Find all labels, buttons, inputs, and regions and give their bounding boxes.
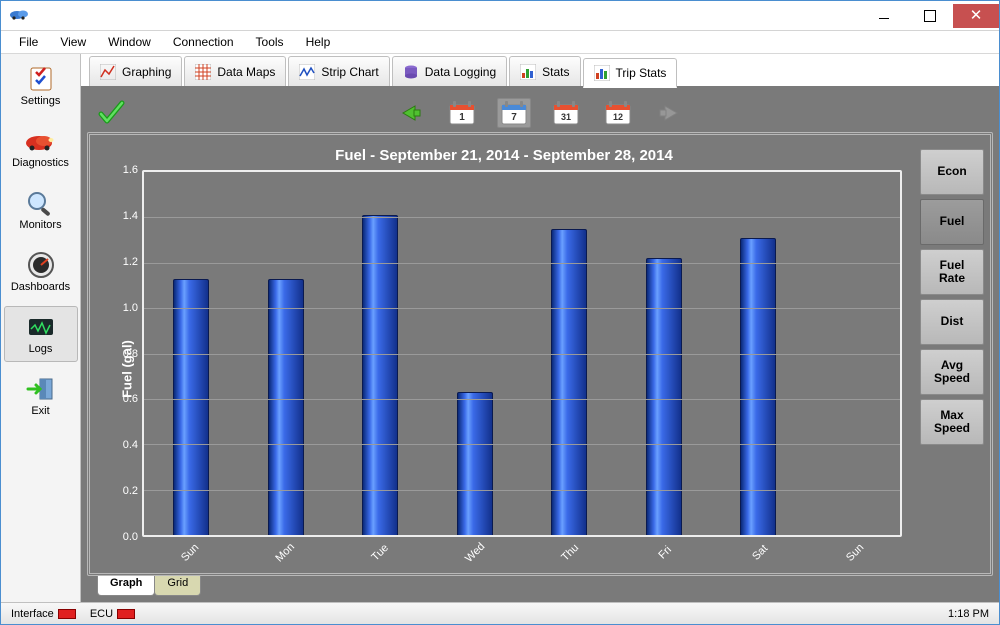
view-tab-graph[interactable]: Graph [97,576,155,596]
strip-chart-icon [299,64,315,80]
graphing-icon [100,64,116,80]
menu-file[interactable]: File [9,33,48,51]
menu-help[interactable]: Help [296,33,341,51]
menu-tools[interactable]: Tools [246,33,294,51]
tab-label: Strip Chart [321,65,378,79]
range-day-button[interactable]: 1 [445,98,479,128]
sidebar-item-logs[interactable]: Logs [4,306,78,362]
status-interface: Interface [11,608,76,620]
interface-lamp-icon [58,609,76,619]
trip-stats-panel: 1 7 31 12 [81,88,999,602]
sidebar-item-label: Logs [7,343,75,355]
window-close-button[interactable]: ✕ [953,4,999,28]
trip-toolbar: 1 7 31 12 [87,94,993,132]
menu-connection[interactable]: Connection [163,33,244,51]
tab-stats[interactable]: Stats [509,56,580,86]
data-logging-icon [403,64,419,80]
status-clock: 1:18 PM [948,608,989,620]
range-month-button[interactable]: 31 [549,98,583,128]
window-maximize-button[interactable] [907,4,953,28]
tab-data-maps[interactable]: Data Maps [184,56,286,86]
metric-avg-speed-button[interactable]: Avg Speed [920,349,984,395]
tab-trip-stats[interactable]: Trip Stats [583,58,678,88]
tab-label: Graphing [122,65,171,79]
range-week-button[interactable]: 7 [497,98,531,128]
svg-text:1: 1 [459,112,465,123]
data-maps-icon [195,64,211,80]
chart-area: Fuel - September 21, 2014 - September 28… [87,132,993,576]
sidebar-item-label: Settings [7,95,75,107]
exit-icon [24,375,58,403]
chart: Fuel - September 21, 2014 - September 28… [96,141,912,567]
metric-econ-button[interactable]: Econ [920,149,984,195]
menu-bar: File View Window Connection Tools Help [1,31,999,53]
main-area: Graphing Data Maps Strip Chart Data Logg… [81,54,999,602]
car-icon [24,127,58,155]
svg-text:31: 31 [561,112,571,122]
sidebar-item-exit[interactable]: Exit [4,368,78,424]
stats-icon [520,64,536,80]
sidebar-item-monitors[interactable]: Monitors [4,182,78,238]
chart-bar [646,258,682,535]
svg-text:7: 7 [511,112,517,123]
nav-prev-button[interactable] [393,98,427,128]
tab-label: Trip Stats [616,66,667,80]
tab-label: Data Maps [217,65,275,79]
sidebar-item-dashboards[interactable]: Dashboards [4,244,78,300]
chart-bar [268,279,304,535]
window-minimize-button[interactable] [861,4,907,28]
nav-next-button[interactable] [653,98,687,128]
menu-window[interactable]: Window [98,33,161,51]
chart-bar [173,279,209,535]
chart-bar [457,392,493,535]
svg-text:12: 12 [613,112,623,122]
sidebar-item-label: Dashboards [7,281,75,293]
ecu-lamp-icon [117,609,135,619]
sidebar-item-settings[interactable]: Settings [4,58,78,114]
app-window: ✕ File View Window Connection Tools Help… [0,0,1000,625]
magnifier-icon [24,189,58,217]
app-icon [9,8,29,24]
apply-check-icon[interactable] [97,100,125,126]
chart-title: Fuel - September 21, 2014 - September 28… [96,141,912,166]
logs-icon [24,313,58,341]
settings-icon [24,65,58,93]
status-ecu: ECU [90,608,135,620]
metric-fuel-rate-button[interactable]: Fuel Rate [920,249,984,295]
tab-label: Data Logging [425,65,496,79]
title-bar: ✕ [1,1,999,31]
sidebar: Settings Diagnostics Monitors Dashboards [1,54,81,602]
status-bar: Interface ECU 1:18 PM [1,602,999,624]
metric-dist-button[interactable]: Dist [920,299,984,345]
tab-label: Stats [542,65,569,79]
sidebar-item-label: Diagnostics [7,157,75,169]
menu-view[interactable]: View [50,33,96,51]
range-year-button[interactable]: 12 [601,98,635,128]
metric-max-speed-button[interactable]: Max Speed [920,399,984,445]
sidebar-item-diagnostics[interactable]: Diagnostics [4,120,78,176]
trip-stats-icon [594,65,610,81]
metric-fuel-button[interactable]: Fuel [920,199,984,245]
tab-graphing[interactable]: Graphing [89,56,182,86]
metric-panel: Econ Fuel Fuel Rate Dist Avg Speed Max S… [920,141,984,567]
sidebar-item-label: Monitors [7,219,75,231]
gauge-icon [24,251,58,279]
tab-data-logging[interactable]: Data Logging [392,56,507,86]
tab-strip: Graphing Data Maps Strip Chart Data Logg… [81,54,999,88]
tab-strip-chart[interactable]: Strip Chart [288,56,389,86]
sidebar-item-label: Exit [7,405,75,417]
